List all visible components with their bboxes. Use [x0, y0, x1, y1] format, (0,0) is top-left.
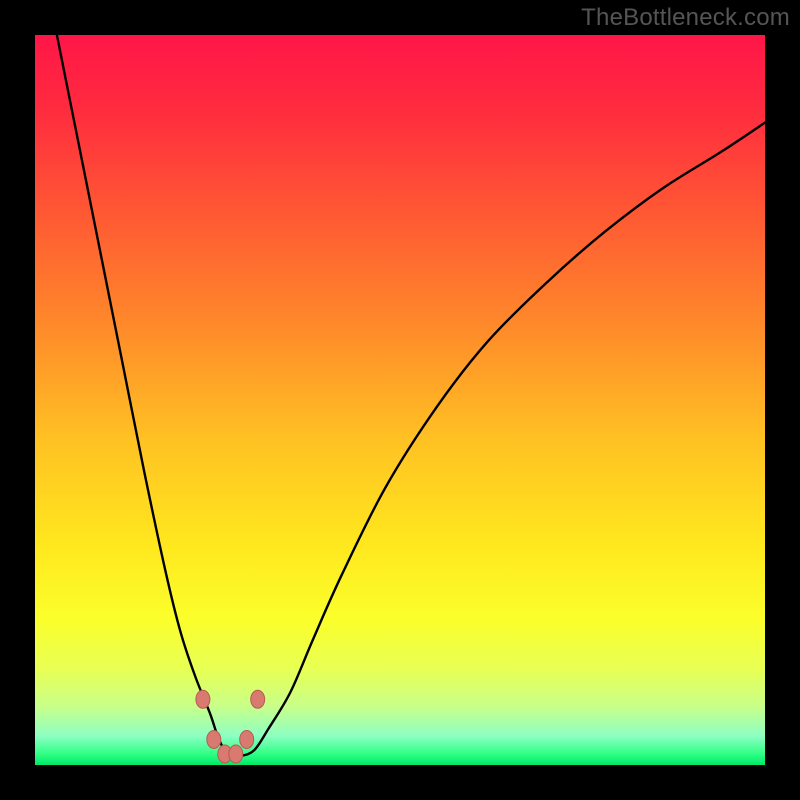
curve-marker	[207, 731, 221, 749]
watermark-text: TheBottleneck.com	[581, 4, 790, 32]
data-markers	[35, 35, 765, 765]
curve-marker	[251, 690, 265, 708]
plot-area	[35, 35, 765, 765]
chart-frame: TheBottleneck.com	[0, 0, 800, 800]
curve-marker	[240, 731, 254, 749]
curve-marker	[229, 745, 243, 763]
curve-marker	[196, 690, 210, 708]
